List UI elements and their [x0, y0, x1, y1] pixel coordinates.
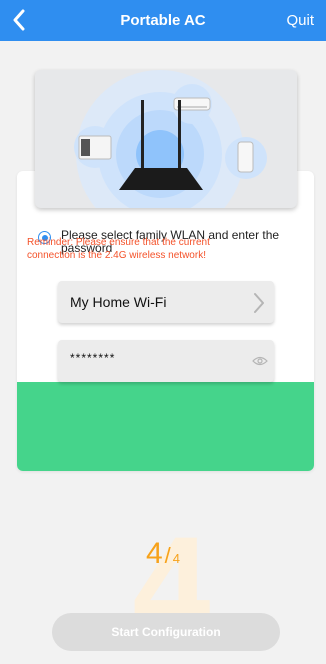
quit-button[interactable]: Quit	[286, 0, 314, 41]
password-value: ********	[70, 351, 116, 365]
top-bar: Portable AC Quit	[0, 0, 326, 41]
step-total: 4	[172, 551, 181, 566]
start-configuration-button[interactable]: Start Configuration	[52, 613, 280, 651]
ssid-value: My Home Wi-Fi	[70, 294, 167, 310]
wifi-password-field[interactable]: ********	[58, 340, 274, 382]
eye-icon[interactable]	[252, 356, 268, 366]
wifi-ssid-selector[interactable]: My Home Wi-Fi	[58, 281, 274, 323]
page-title: Portable AC	[120, 12, 206, 29]
reminder-panel	[17, 382, 314, 471]
step-counter: 4/4	[0, 537, 326, 571]
chevron-right-icon	[254, 293, 264, 313]
reminder-text: Reminder: Please ensure that the current…	[27, 237, 210, 261]
router-illustration	[35, 70, 297, 208]
step-current: 4	[145, 537, 163, 570]
step-separator: /	[164, 543, 171, 568]
router-diagram-icon	[74, 70, 267, 208]
